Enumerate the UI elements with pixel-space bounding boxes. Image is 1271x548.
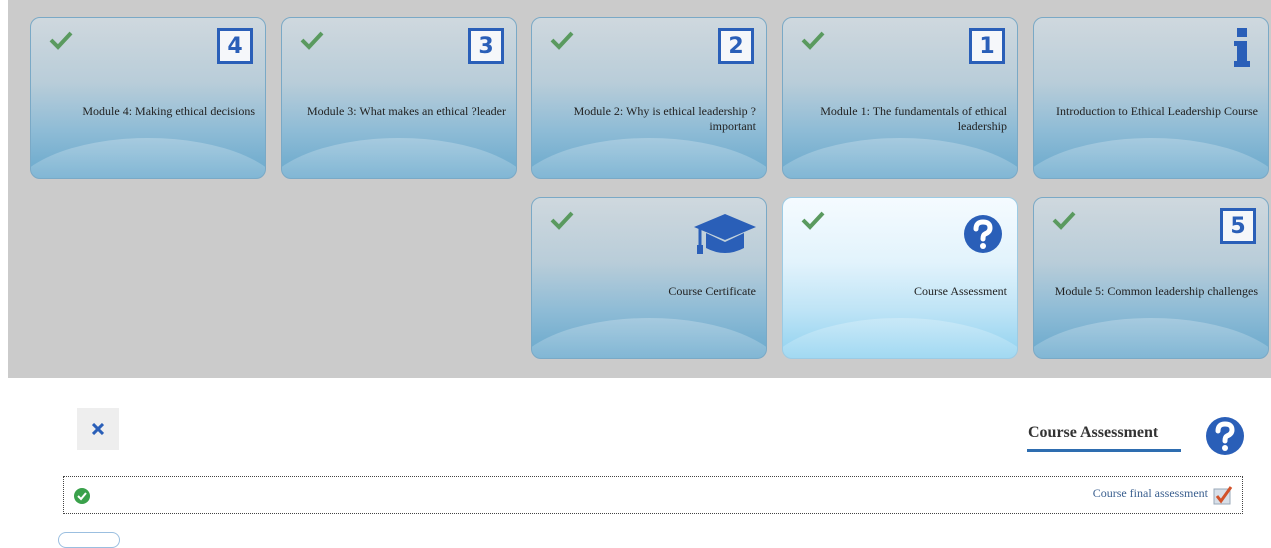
checkmark-icon <box>801 31 825 50</box>
tile-module-3[interactable]: 3 Module 3: What makes an ethical ?leade… <box>281 17 517 179</box>
checkmark-icon <box>1052 211 1076 230</box>
tile-module-1[interactable]: 1 Module 1: The fundamentals of ethical … <box>782 17 1018 179</box>
tile-label: Course Certificate <box>668 284 756 298</box>
graduation-cap-icon <box>694 214 756 254</box>
tile-label: Module 1: The fundamentals of ethical le… <box>820 104 1007 133</box>
tile-label: Module 5: Common leadership challenges <box>1054 284 1258 298</box>
title-underline <box>1027 449 1181 452</box>
assessment-row: Course final assessment <box>63 476 1243 514</box>
question-circle-icon <box>1206 417 1244 455</box>
checkmark-icon <box>801 211 825 230</box>
close-icon <box>92 423 104 435</box>
course-final-assessment-link[interactable]: Course final assessment <box>1093 486 1208 501</box>
tile-introduction[interactable]: Introduction to Ethical Leadership Cours… <box>1033 17 1269 179</box>
question-circle-icon <box>964 215 1002 253</box>
checkmark-icon <box>300 31 324 50</box>
tile-label: Module 3: What makes an ethical ?leader <box>306 104 506 118</box>
panel-title: Course Assessment <box>1028 424 1159 441</box>
close-button[interactable] <box>77 408 119 450</box>
module-number-icon: 1 <box>969 28 1005 64</box>
tile-module-5[interactable]: 5 Module 5: Common leadership challenges <box>1033 197 1269 359</box>
checkmark-icon <box>550 31 574 50</box>
info-icon <box>1234 28 1250 67</box>
assessment-check-icon <box>1213 486 1233 505</box>
tile-label: Introduction to Ethical Leadership Cours… <box>1056 104 1258 118</box>
tile-label: Module 4: Making ethical decisions <box>82 104 255 118</box>
module-number-icon: 2 <box>718 28 754 64</box>
checkmark-icon <box>49 31 73 50</box>
tile-module-2[interactable]: 2 Module 2: Why is ethical leadership ?i… <box>531 17 767 179</box>
module-number-icon: 3 <box>468 28 504 64</box>
partial-element <box>58 532 120 548</box>
tile-module-4[interactable]: 4 Module 4: Making ethical decisions <box>30 17 266 179</box>
check-circle-icon <box>74 488 90 504</box>
tile-label: Course Assessment <box>914 284 1007 298</box>
checkmark-icon <box>550 211 574 230</box>
module-number-icon: 5 <box>1220 208 1256 244</box>
tile-course-assessment[interactable]: Course Assessment <box>782 197 1018 359</box>
tile-label: Module 2: Why is ethical leadership ?imp… <box>573 104 756 133</box>
module-number-icon: 4 <box>217 28 253 64</box>
tile-course-certificate[interactable]: Course Certificate <box>531 197 767 359</box>
